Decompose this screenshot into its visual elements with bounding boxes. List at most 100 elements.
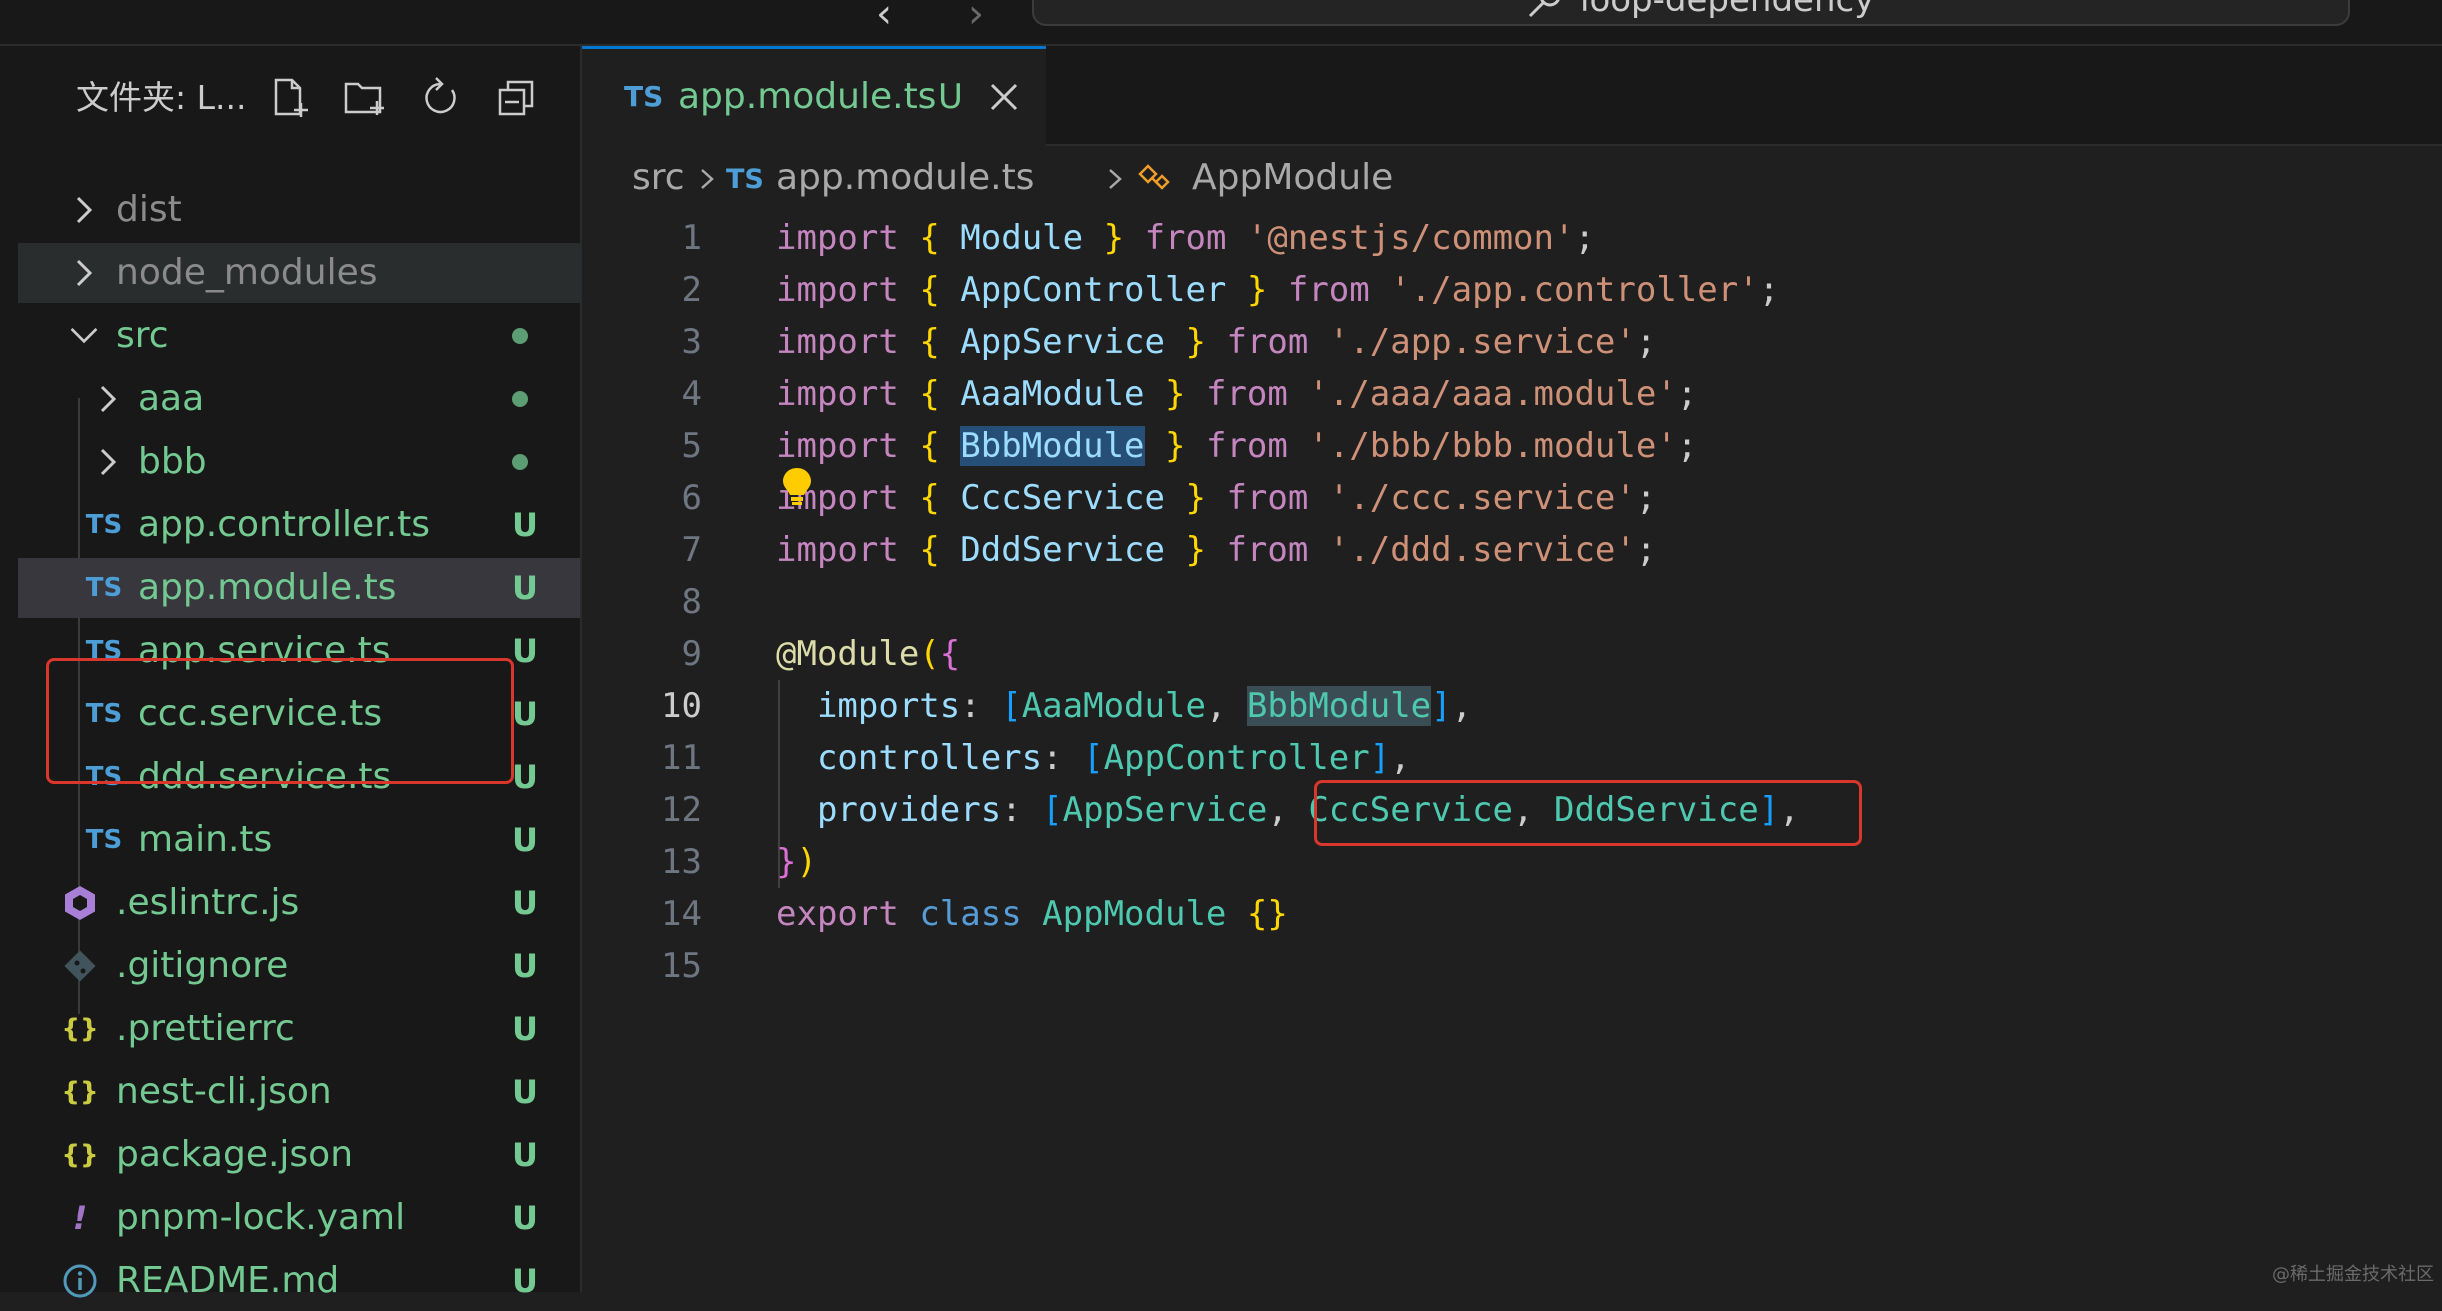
line-number: 9 [681, 634, 702, 674]
tree-item-label: .gitignore [116, 945, 289, 986]
git-status-badge: U [512, 947, 538, 985]
search-icon [1528, 0, 1560, 18]
code-line-14: 14 export class AppModule {} [582, 888, 2442, 940]
git-status-badge: U [512, 1010, 538, 1048]
git-icon [64, 950, 96, 982]
chevron-right-icon [76, 259, 93, 287]
command-center-search[interactable]: loop-dependency [1032, 0, 2350, 26]
tree-item-label: nest-cli.json [116, 1071, 332, 1112]
git-status-badge: U [512, 632, 538, 670]
command-center-text: loop-dependency [1580, 0, 1875, 20]
tree-item-prettierrc[interactable]: {} .prettierrc U [18, 999, 580, 1059]
new-folder-button[interactable] [340, 74, 388, 122]
json-braces-icon: {} [61, 1077, 99, 1107]
editor-area: TS app.module.ts U src TS app.module.ts … [582, 46, 2442, 1292]
lightbulb-icon[interactable] [780, 466, 814, 508]
chevron-right-icon [701, 169, 714, 189]
modified-dot [512, 328, 528, 344]
watermark: @稀土掘金技术社区 [2272, 1264, 2434, 1285]
tree-item-nest-cli[interactable]: {} nest-cli.json U [18, 1062, 580, 1122]
line-number: 7 [681, 530, 702, 570]
git-status-badge: U [512, 506, 538, 544]
line-number: 8 [681, 582, 702, 622]
code-line-9: 9 @Module({ [582, 628, 2442, 680]
refresh-button[interactable] [416, 74, 464, 122]
code-line-10: 10 imports: [AaaModule, BbbModule], [582, 680, 2442, 732]
tree-item-label: node_modules [116, 252, 378, 293]
forward-arrow-icon[interactable]: › [968, 0, 984, 34]
tree-item-label: app.controller.ts [138, 504, 430, 545]
modified-dot [512, 454, 528, 470]
line-content: import { AaaModule } from './aaa/aaa.mod… [776, 374, 1698, 414]
refresh-icon [425, 77, 456, 114]
tree-item-node-modules[interactable]: node_modules [18, 243, 580, 303]
yaml-icon: ! [72, 1199, 88, 1237]
collapse-all-button[interactable] [492, 74, 540, 122]
tab-app-module[interactable]: TS app.module.ts U [582, 46, 1046, 146]
tree-item-main[interactable]: TS main.ts U [18, 810, 580, 870]
json-braces-icon: {} [61, 1140, 99, 1170]
activity-bar [0, 46, 18, 1292]
line-content: import { DddService } from './ddd.servic… [776, 530, 1657, 570]
breadcrumb-symbol[interactable]: AppModule [1192, 154, 1393, 202]
typescript-icon: TS [85, 510, 123, 540]
tree-item-aaa[interactable]: aaa [18, 369, 580, 429]
code-line-11: 11 controllers: [AppController], [582, 732, 2442, 784]
breadcrumb-file[interactable]: app.module.ts [776, 154, 1034, 202]
typescript-icon: TS [726, 164, 764, 195]
new-file-button[interactable] [264, 74, 312, 122]
tree-item-readme[interactable]: README.md U [18, 1251, 580, 1311]
tree-item-label: README.md [116, 1260, 340, 1301]
annotation-box-code [1314, 780, 1862, 846]
tree-item-label: dist [116, 189, 182, 230]
modified-dot [512, 391, 528, 407]
json-braces-icon: {} [61, 1014, 99, 1044]
tab-label: app.module.ts [678, 76, 937, 117]
close-icon[interactable] [986, 79, 1022, 115]
git-status-badge: U [512, 821, 538, 859]
tree-item-label: bbb [138, 441, 207, 482]
line-number: 2 [681, 270, 702, 310]
tree-item-package-json[interactable]: {} package.json U [18, 1125, 580, 1185]
code-line-1: 1 import { Module } from '@nestjs/common… [582, 212, 2442, 264]
line-content: imports: [AaaModule, BbbModule], [816, 686, 1473, 726]
explorer-header: 文件夹: L... [18, 74, 582, 122]
info-icon [63, 1264, 97, 1298]
line-number: 5 [681, 426, 702, 466]
code-line-6: 6 import { CccService } from './ccc.serv… [582, 472, 2442, 524]
tab-bar: TS app.module.ts U [582, 46, 2442, 146]
code-line-5: 5 import { BbbModule } from './bbb/bbb.m… [582, 420, 2442, 472]
eslint-icon [65, 886, 95, 920]
breadcrumb-folder[interactable]: src [632, 154, 685, 202]
typescript-icon: TS [624, 80, 664, 113]
tree-item-app-module[interactable]: TS app.module.ts U [18, 558, 580, 618]
tree-item-dist[interactable]: dist [18, 180, 580, 240]
tree-item-label: app.module.ts [138, 567, 397, 608]
tree-item-gitignore[interactable]: .gitignore U [18, 936, 580, 996]
code-line-7: 7 import { DddService } from './ddd.serv… [582, 524, 2442, 576]
line-content: export class AppModule {} [776, 894, 1288, 934]
git-status-badge: U [938, 77, 963, 117]
class-symbol-icon [1138, 164, 1170, 190]
line-number: 6 [681, 478, 702, 518]
tree-item-src[interactable]: src [18, 306, 580, 366]
line-content: }) [776, 842, 817, 882]
back-arrow-icon[interactable]: ‹ [876, 0, 892, 34]
tree-item-eslintrc[interactable]: .eslintrc.js U [18, 873, 580, 933]
line-content: @Module({ [776, 634, 961, 674]
tree-item-bbb[interactable]: bbb [18, 432, 580, 492]
chevron-right-icon [100, 448, 117, 476]
line-content: import { AppService } from './app.servic… [776, 322, 1657, 362]
git-status-badge: U [512, 695, 538, 733]
chevron-right-icon [100, 385, 117, 413]
line-number: 14 [661, 894, 702, 934]
collapse-all-icon [498, 80, 534, 116]
line-number: 1 [681, 218, 702, 258]
line-number: 13 [661, 842, 702, 882]
tree-item-pnpm-lock[interactable]: ! pnpm-lock.yaml U [18, 1188, 580, 1248]
tree-item-app-controller[interactable]: TS app.controller.ts U [18, 495, 580, 555]
code-line-2: 2 import { AppController } from './app.c… [582, 264, 2442, 316]
new-folder-icon [344, 82, 384, 115]
git-status-badge: U [512, 884, 538, 922]
git-status-badge: U [512, 1262, 538, 1300]
